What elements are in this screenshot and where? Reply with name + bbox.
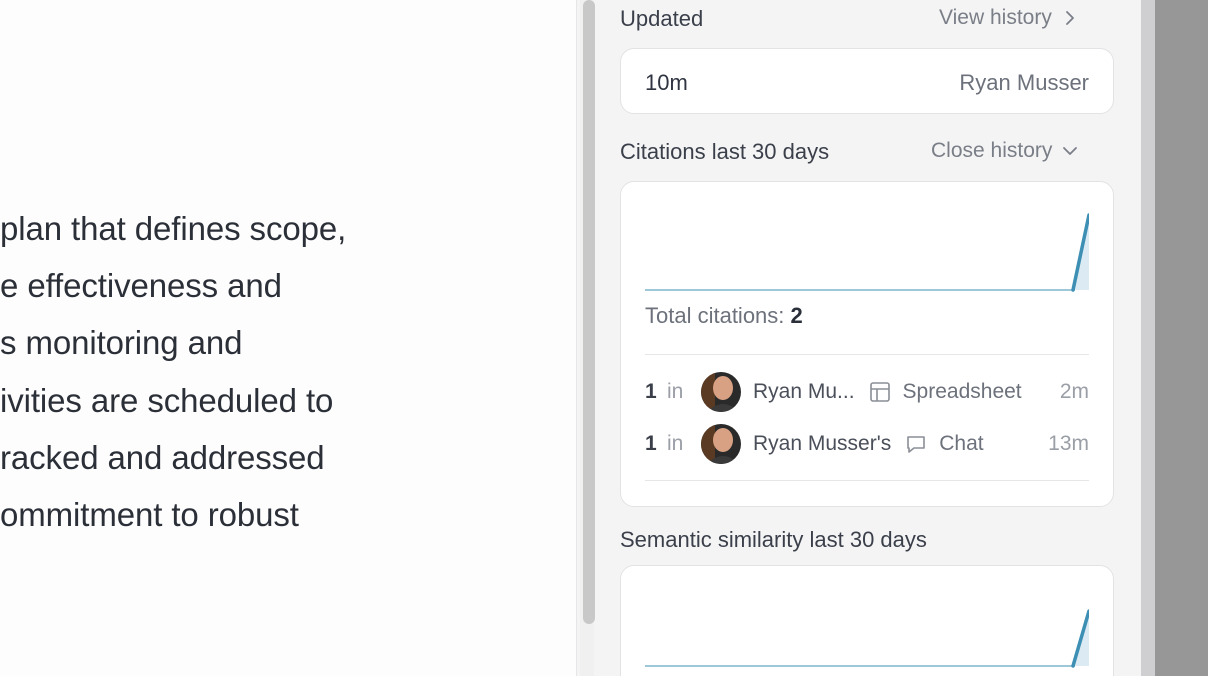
citation-time: 13m [1048, 432, 1089, 455]
close-history-link[interactable]: Close history [931, 139, 1078, 163]
citations-card: Total citations: 2 1 in Ryan Mu... Sprea… [620, 181, 1114, 507]
citation-row[interactable]: 1 in Ryan Mu... Spreadsheet 2m [645, 370, 1089, 414]
panel-scrollbar-thumb[interactable] [583, 0, 595, 624]
avatar [701, 424, 741, 464]
window-backdrop [1155, 0, 1208, 676]
document-body: plan that defines scope, e effectiveness… [0, 0, 576, 676]
updated-label: Updated [620, 6, 704, 31]
citation-row[interactable]: 1 in Ryan Musser's Chat 13m [645, 422, 1089, 466]
citations-label: Citations last 30 days [620, 139, 830, 164]
document-line: ivities are scheduled to [0, 382, 334, 419]
updated-user: Ryan Musser [959, 70, 1089, 95]
view-history-label: View history [939, 6, 1052, 29]
semantic-similarity-chart [645, 609, 1089, 668]
citation-count: 1 [645, 432, 657, 455]
document-line: plan that defines scope, [0, 210, 347, 247]
citations-divider [645, 480, 1089, 481]
table-icon [869, 382, 890, 402]
avatar [701, 372, 741, 412]
citation-count: 1 [645, 380, 657, 403]
semantic-similarity-label: Semantic similarity last 30 days [620, 527, 927, 552]
chevron-right-icon [1065, 11, 1074, 25]
citation-in: in [667, 432, 684, 455]
citation-time: 2m [1059, 380, 1089, 403]
updated-age: 10m [645, 70, 688, 95]
citation-source[interactable]: Spreadsheet [903, 380, 1022, 404]
document-line: ommitment to robust [0, 496, 299, 533]
semantic-similarity-card [620, 565, 1114, 676]
document-line: e effectiveness and [0, 267, 282, 304]
citation-user[interactable]: Ryan Mu... [753, 380, 855, 404]
panel-edge [1141, 0, 1155, 676]
citations-divider [645, 354, 1089, 355]
updated-card: 10m Ryan Musser [620, 48, 1114, 114]
chevron-down-icon [1063, 147, 1078, 155]
close-history-label: Close history [931, 139, 1053, 162]
view-history-link[interactable]: View history [939, 6, 1078, 30]
document-line: s monitoring and [0, 324, 243, 361]
total-citations: Total citations: 2 [645, 303, 803, 329]
total-citations-value: 2 [790, 303, 803, 328]
citation-source[interactable]: Chat [939, 432, 983, 456]
total-citations-label: Total citations: [645, 303, 785, 328]
citation-in: in [667, 380, 684, 403]
chat-bubble-icon [907, 436, 926, 453]
citation-user[interactable]: Ryan Musser's [753, 432, 891, 456]
citations-chart [645, 213, 1089, 292]
document-line: racked and addressed [0, 439, 325, 476]
